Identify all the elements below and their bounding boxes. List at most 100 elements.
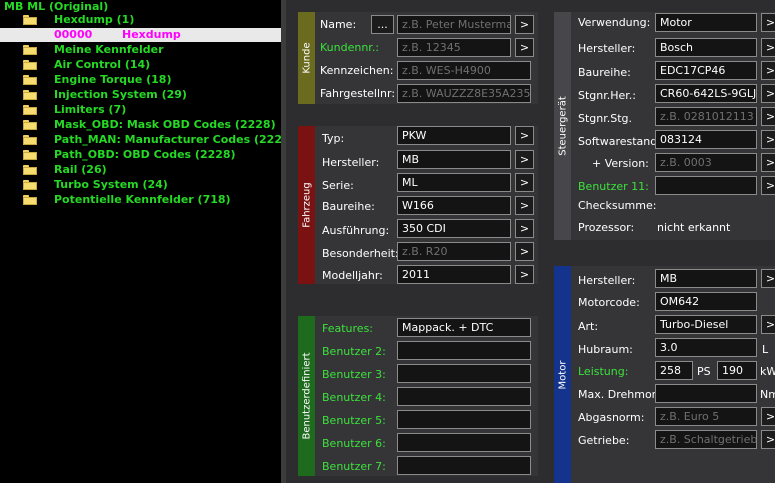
benutzer2-field[interactable] (397, 341, 531, 360)
hubraum-field[interactable]: 3.0 (655, 338, 757, 357)
stgnr-her-arrow-button[interactable]: > (761, 84, 775, 103)
ausfuehrung-field[interactable]: 350 CDI (397, 219, 511, 238)
modelljahr-label: Modelljahr: (322, 269, 383, 282)
modelljahr-arrow-button[interactable]: > (515, 265, 534, 284)
name-arrow-button[interactable]: > (515, 15, 534, 34)
benutzer11-arrow-button[interactable]: > (761, 176, 775, 195)
leistung-kw-field[interactable]: 190 (717, 361, 757, 380)
tree-item[interactable]: Potentielle Kennfelder (718) (54, 192, 231, 207)
kundennr-label: Kundennr.: (320, 41, 380, 54)
tree-item[interactable]: Meine Kennfelder (54, 42, 164, 57)
tree-item[interactable]: Limiters (7) (54, 102, 126, 117)
hex-address: 00000 (54, 28, 93, 41)
benutzer4-field[interactable] (397, 387, 531, 406)
art-field[interactable]: Turbo-Diesel (655, 315, 757, 334)
getriebe-field[interactable]: z.B. Schaltgetriebe (655, 430, 757, 449)
drehmom-field[interactable] (655, 384, 757, 403)
steuer-baureihe-field[interactable]: EDC17CP46 (655, 61, 757, 80)
version-arrow-button[interactable]: > (761, 153, 775, 172)
besonderheit-field[interactable]: z.B. R20 (397, 242, 511, 261)
tree-item[interactable]: Injection System (29) (54, 87, 187, 102)
abgasnorm-field[interactable]: z.B. Euro 5 (655, 407, 757, 426)
name-browse-button[interactable]: ... (371, 15, 394, 34)
tree-panel: MB ML (Original) Hexdump (1) 00000 Hexdu… (0, 0, 281, 483)
nm-unit: Nm (760, 388, 775, 401)
fahrzeug-hersteller-arrow-button[interactable]: > (515, 150, 534, 169)
motor-hersteller-arrow-button[interactable]: > (761, 269, 775, 288)
fahrzeug-baureihe-label: Baureihe: (322, 200, 375, 213)
name-label: Name: (320, 18, 357, 31)
group-kunde: Kunde Name: ... z.B. Peter Mustermann > … (298, 12, 538, 104)
serie-field[interactable]: ML (397, 173, 511, 192)
tree-item[interactable]: Path_MAN: Manufacturer Codes (2228) (54, 132, 281, 147)
leistung-label: Leistung: (578, 365, 629, 378)
software-arrow-button[interactable]: > (761, 130, 775, 149)
stgnr-her-label: Stgnr.Her.: (578, 89, 637, 102)
art-arrow-button[interactable]: > (761, 315, 775, 334)
modelljahr-field[interactable]: 2011 (397, 265, 511, 284)
group-motor-title: Motor (557, 360, 568, 389)
motor-hersteller-label: Hersteller: (578, 274, 636, 287)
abgasnorm-arrow-button[interactable]: > (761, 407, 775, 426)
verwendung-label: Verwendung: (578, 16, 651, 29)
abgasnorm-label: Abgasnorm: (578, 411, 645, 424)
benutzer3-field[interactable] (397, 364, 531, 383)
stgnr-stg-arrow-button[interactable]: > (761, 107, 775, 126)
steuer-baureihe-arrow-button[interactable]: > (761, 61, 775, 80)
motorcode-field[interactable]: OM642 (655, 292, 757, 311)
besonderheit-arrow-button[interactable]: > (515, 242, 534, 261)
benutzer3-label: Benutzer 3: (322, 368, 386, 381)
folder-icon (23, 60, 37, 70)
group-fahrzeug: Fahrzeug Typ: PKW > Hersteller: MB > Ser… (298, 126, 538, 284)
benutzer6-field[interactable] (397, 433, 531, 452)
benutzer11-field[interactable] (655, 176, 757, 195)
fahrgestellnr-field[interactable]: z.B. WAUZZZ8E35A235 (397, 84, 531, 103)
folder-icon (23, 180, 37, 190)
motor-hersteller-field[interactable]: MB (655, 269, 757, 288)
tree-item[interactable]: Mask_OBD: Mask OBD Codes (2228) (54, 117, 276, 132)
benutzer11-label: Benutzer 11: (578, 180, 649, 193)
verwendung-arrow-button[interactable]: > (761, 13, 775, 32)
steuer-hersteller-arrow-button[interactable]: > (761, 38, 775, 57)
kennzeichen-field[interactable]: z.B. WES-H4900 (397, 61, 531, 80)
folder-icon (23, 120, 37, 130)
version-field[interactable]: z.B. 0003 (655, 153, 757, 172)
group-steuer-title: Steuergerät (557, 96, 568, 156)
name-field[interactable]: z.B. Peter Mustermann (397, 15, 511, 34)
group-steuer-bar: Steuergerät (554, 12, 571, 240)
group-fahrzeug-bar: Fahrzeug (298, 126, 315, 284)
tree-item-hexdump[interactable]: Hexdump (1) (54, 12, 134, 27)
software-field[interactable]: 083124 (655, 130, 757, 149)
group-motor-bar: Motor (554, 266, 571, 483)
kundennr-field[interactable]: z.B. 12345 (397, 38, 511, 57)
benutzer7-field[interactable] (397, 456, 531, 475)
stgnr-stg-label: Stgnr.Stg. (578, 112, 633, 125)
group-benutzer-bar: Benutzerdefiniert (298, 316, 315, 476)
tree-item[interactable]: Engine Torque (18) (54, 72, 172, 87)
folder-icon (23, 105, 37, 115)
tree-item[interactable]: Air Control (14) (54, 57, 150, 72)
typ-arrow-button[interactable]: > (515, 126, 534, 145)
verwendung-field[interactable]: Motor (655, 13, 757, 32)
features-field[interactable]: Mappack. + DTC (397, 318, 531, 337)
tree-item[interactable]: Rail (26) (54, 162, 107, 177)
fahrzeug-baureihe-field[interactable]: W166 (397, 196, 511, 215)
stgnr-stg-field[interactable]: z.B. 0281012113 (655, 107, 757, 126)
group-motor: Motor Hersteller: MB > Motorcode: OM642 … (554, 266, 775, 483)
besonderheit-label: Besonderheit: (322, 247, 399, 260)
ausfuehrung-arrow-button[interactable]: > (515, 219, 534, 238)
kundennr-arrow-button[interactable]: > (515, 38, 534, 57)
benutzer5-field[interactable] (397, 410, 531, 429)
serie-arrow-button[interactable]: > (515, 173, 534, 192)
getriebe-arrow-button[interactable]: > (761, 430, 775, 449)
tree-item[interactable]: Path_OBD: OBD Codes (2228) (54, 147, 236, 162)
fahrzeug-baureihe-arrow-button[interactable]: > (515, 196, 534, 215)
fahrzeug-hersteller-field[interactable]: MB (397, 150, 511, 169)
steuer-hersteller-field[interactable]: Bosch (655, 38, 757, 57)
typ-field[interactable]: PKW (397, 126, 511, 145)
tree-item[interactable]: Turbo System (24) (54, 177, 168, 192)
stgnr-her-field[interactable]: CR60-642LS-9GLJ-C (655, 84, 757, 103)
steuer-baureihe-label: Baureihe: (578, 66, 631, 79)
benutzer4-label: Benutzer 4: (322, 391, 386, 404)
leistung-ps-field[interactable]: 258 (655, 361, 693, 380)
